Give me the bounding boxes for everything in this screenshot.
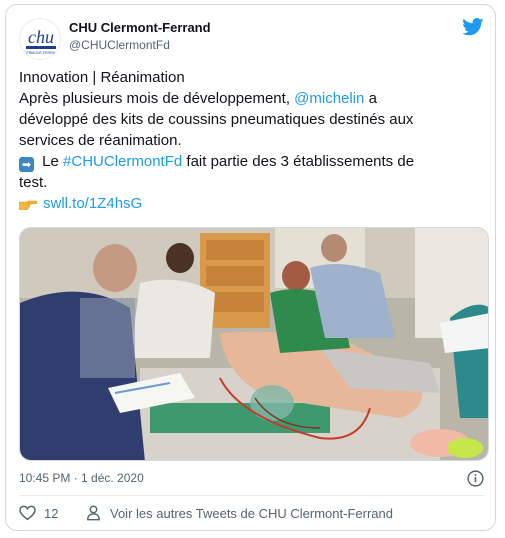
avatar-logo-text: chu [28,27,54,47]
tweet-line-6: test. [19,174,48,191]
tweet-line-1: Innovation | Réanimation [19,69,185,86]
tweet-line-3: développé des kits de coussins pneumatiq… [19,111,414,128]
tweet-line-7: swll.to/1Z4hsG [19,193,487,214]
account-name[interactable]: CHU Clermont-Ferrand [69,20,211,35]
tweet-timestamp[interactable]: 10:45 PM · 1 déc. 2020 [19,471,144,485]
heart-icon[interactable] [19,505,36,521]
info-icon[interactable] [467,470,484,487]
tweet-text: Innovation | Réanimation Après plusieurs… [19,67,487,214]
more-tweets-link[interactable]: Voir les autres Tweets de CHU Clermont-F… [110,506,393,521]
tweet-card[interactable]: chu CLERMONT-FERRAND CHU Clermont-Ferran… [5,4,496,531]
short-url-link[interactable]: swll.to/1Z4hsG [43,195,142,212]
mention-michelin-link[interactable]: @michelin [294,90,364,107]
tweet-line-4: services de réanimation. [19,132,182,149]
tweet-line-2: Après plusieurs mois de développement, @… [19,90,377,107]
tweet-photo[interactable] [19,227,489,461]
avatar-logo-subtext: CLERMONT-FERRAND [22,51,61,55]
account-handle[interactable]: @CHUClermontFd [69,38,170,52]
tweet-line-5: ➡ Le #CHUClermontFd fait partie des 3 ét… [19,151,487,172]
twitter-bird-icon[interactable] [462,18,484,36]
hashtag-link[interactable]: #CHUClermontFd [63,153,182,170]
hospital-photo-image [20,228,488,460]
like-count[interactable]: 12 [44,506,58,521]
right-arrow-emoji-icon: ➡ [19,157,34,172]
divider [19,495,485,496]
profile-avatar[interactable]: chu CLERMONT-FERRAND [19,18,61,60]
user-icon[interactable] [86,505,101,521]
pointing-hand-emoji-icon [19,200,37,210]
